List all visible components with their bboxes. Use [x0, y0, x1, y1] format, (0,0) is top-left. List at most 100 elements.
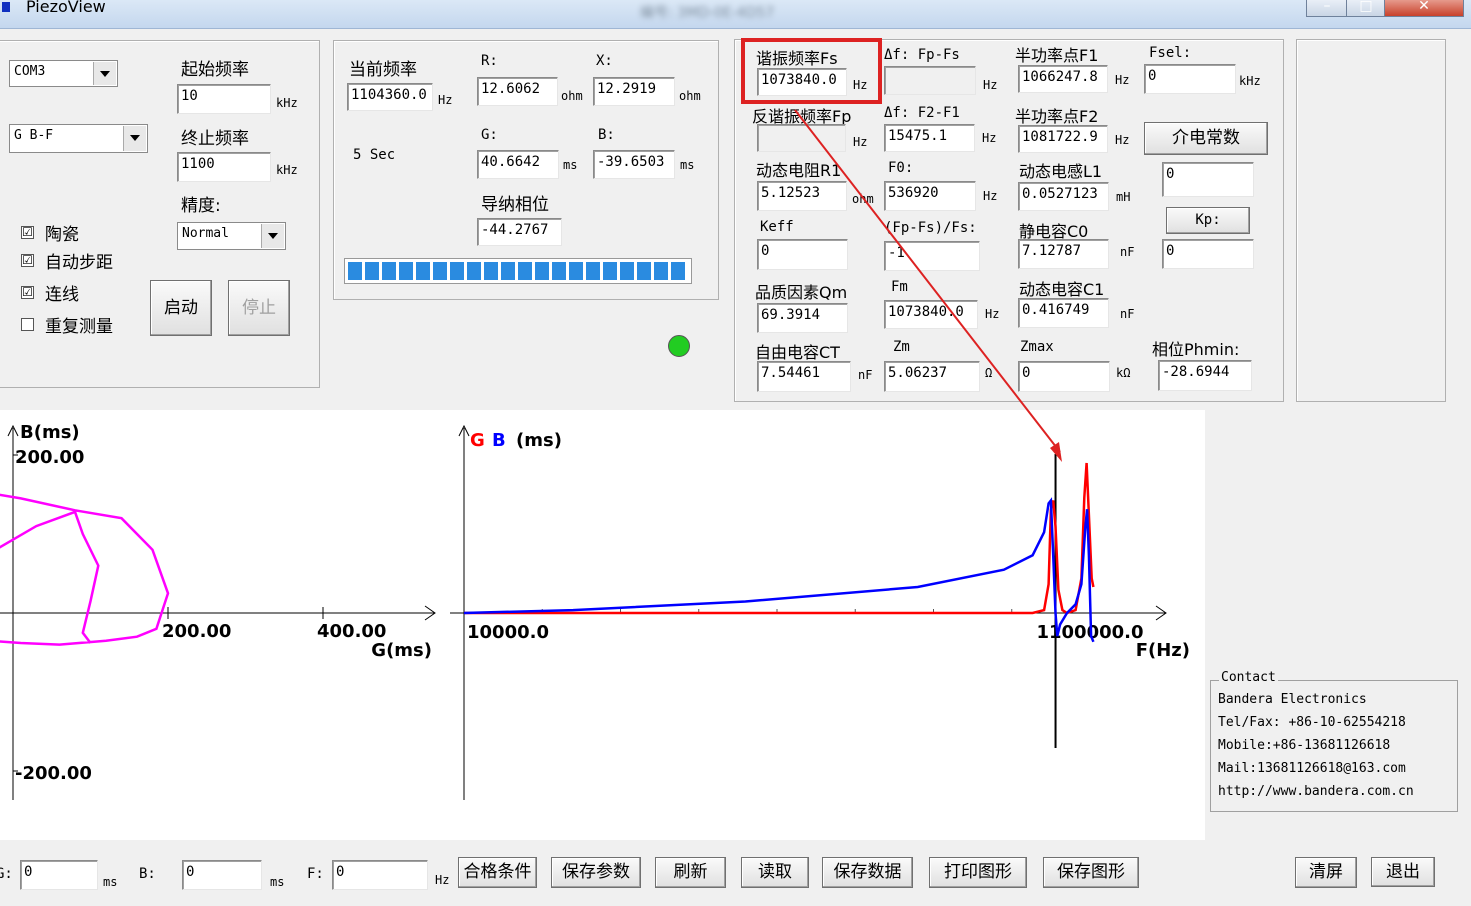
phase-label: 导纳相位	[481, 195, 549, 215]
df-f2-f1-field: 15475.1	[884, 124, 975, 152]
x-tick-label: 400.00	[317, 621, 386, 642]
precision-select[interactable]: Normal	[177, 222, 286, 250]
save-data-button[interactable]: 保存数据	[822, 857, 913, 888]
cursor-f-field: 0	[332, 860, 428, 890]
r-unit: ohm	[561, 89, 583, 103]
port-value: COM3	[14, 64, 46, 79]
fsel-unit: kHz	[1239, 74, 1261, 88]
y-axis-label-b: B	[492, 430, 506, 451]
progress-segment	[484, 262, 498, 280]
zm-label: Zm	[893, 339, 910, 355]
f1-label: 半功率点F1	[1015, 46, 1099, 65]
stop-freq-input[interactable]: 1100	[177, 152, 271, 182]
progress-segment	[654, 262, 668, 280]
window-subtitle: 编号: 3MD-0E-4D57	[640, 5, 775, 21]
cursor-b-label: B:	[139, 866, 156, 882]
fpfs-ratio-field: -1	[884, 241, 980, 271]
g-label: G:	[481, 127, 498, 143]
repeat-label: 重复测量	[45, 317, 113, 337]
b-label: B:	[598, 127, 615, 143]
port-select[interactable]: COM3	[9, 60, 118, 87]
progress-segment	[365, 262, 379, 280]
ceramic-checkbox[interactable]: ☑	[21, 226, 34, 239]
title-bar: PiezoView 编号: 3MD-0E-4D57 – □ ✕	[0, 0, 1471, 29]
progress-segment	[382, 262, 396, 280]
read-button[interactable]: 读取	[741, 857, 809, 888]
f0-unit: Hz	[983, 189, 998, 203]
y-tick-label: -200.00	[15, 763, 92, 784]
progress-segment	[535, 262, 549, 280]
x-tick-label: 200.00	[162, 621, 231, 642]
auto-step-checkbox[interactable]: ☑	[21, 254, 34, 267]
save-params-button[interactable]: 保存参数	[551, 857, 641, 888]
start-freq-label: 起始频率	[181, 60, 249, 80]
progress-segment	[518, 262, 532, 280]
f1-unit: Hz	[1115, 73, 1130, 87]
progress-segment	[450, 262, 464, 280]
minimize-icon: –	[1323, 0, 1331, 14]
exit-button[interactable]: 退出	[1371, 857, 1435, 887]
print-graph-button[interactable]: 打印图形	[929, 857, 1027, 888]
progress-segment	[586, 262, 600, 280]
phmin-label: 相位Phmin:	[1152, 340, 1240, 359]
pass-condition-button[interactable]: 合格条件	[458, 857, 537, 888]
fp-unit: Hz	[853, 135, 868, 149]
r1-label: 动态电阻R1	[756, 161, 842, 180]
zmax-field: 0	[1018, 361, 1110, 392]
df-f2-f1-label: Δf: F2-F1	[884, 105, 960, 121]
ct-label: 自由电容CT	[755, 343, 840, 362]
precision-value: Normal	[182, 226, 229, 241]
b-unit: ms	[680, 158, 695, 172]
fm-field: 1073840.0	[884, 300, 978, 329]
save-graph-button[interactable]: 保存图形	[1043, 857, 1139, 888]
clear-screen-button[interactable]: 清屏	[1295, 857, 1357, 888]
progress-segment	[467, 262, 481, 280]
chevron-down-icon[interactable]	[123, 126, 146, 151]
progress-bar	[344, 258, 692, 284]
cursor-f-unit: Hz	[435, 873, 450, 887]
connect-checkbox[interactable]: ☑	[21, 286, 34, 299]
chevron-down-icon[interactable]	[261, 224, 284, 248]
minimize-button[interactable]: –	[1306, 0, 1348, 17]
stop-button[interactable]: 停止	[228, 280, 290, 336]
precision-label: 精度:	[181, 196, 221, 216]
r-label: R:	[481, 53, 498, 69]
start-freq-input[interactable]: 10	[177, 84, 271, 114]
close-button[interactable]: ✕	[1384, 0, 1464, 17]
mode-select[interactable]: G B-F	[9, 124, 148, 153]
f2-label: 半功率点F2	[1015, 107, 1099, 126]
chevron-down-icon[interactable]	[93, 62, 116, 85]
y-axis-label-g: G	[470, 430, 485, 451]
progress-segment	[569, 262, 583, 280]
qm-field: 69.3914	[757, 303, 848, 333]
fp-field	[757, 124, 846, 152]
l1-field: 0.0527123	[1018, 182, 1109, 211]
contact-legend: Contact	[1219, 669, 1278, 687]
ct-unit: nF	[858, 368, 873, 382]
progress-segment	[552, 262, 566, 280]
dielectric-constant-field: 0	[1162, 162, 1254, 197]
mode-value: G B-F	[14, 128, 54, 143]
x-tick-label: 10000.0	[467, 622, 549, 643]
fsel-label: Fsel:	[1149, 45, 1192, 61]
f2-field: 1081722.9	[1018, 125, 1108, 153]
contact-line: Tel/Fax: +86-10-62554218	[1218, 715, 1406, 730]
elapsed-time: 5 Sec	[353, 147, 396, 163]
start-button[interactable]: 启动	[150, 280, 212, 336]
b-field: -39.6503	[593, 150, 675, 179]
fpfs-ratio-label: (Fp-Fs)/Fs:	[884, 220, 977, 236]
cursor-g-label: G:	[0, 866, 13, 882]
admittance-circle-chart: B(ms) G(ms) 200.00 400.00 200.00 -200.00	[0, 410, 450, 840]
refresh-button[interactable]: 刷新	[655, 857, 726, 888]
kp-button[interactable]: Kp:	[1166, 207, 1250, 234]
fsel-input[interactable]: 0	[1144, 64, 1236, 94]
df-fp-fs-label: Δf: Fp-Fs	[884, 47, 960, 63]
repeat-checkbox[interactable]	[21, 318, 34, 331]
dielectric-constant-button[interactable]: 介电常数	[1144, 122, 1268, 155]
zm-unit: Ω	[985, 366, 993, 380]
x-unit: ohm	[679, 89, 701, 103]
auto-step-label: 自动步距	[45, 253, 113, 273]
stop-freq-label: 终止频率	[181, 129, 249, 149]
maximize-button[interactable]: □	[1346, 0, 1386, 17]
contact-line: Mobile:+86-13681126618	[1218, 738, 1391, 753]
